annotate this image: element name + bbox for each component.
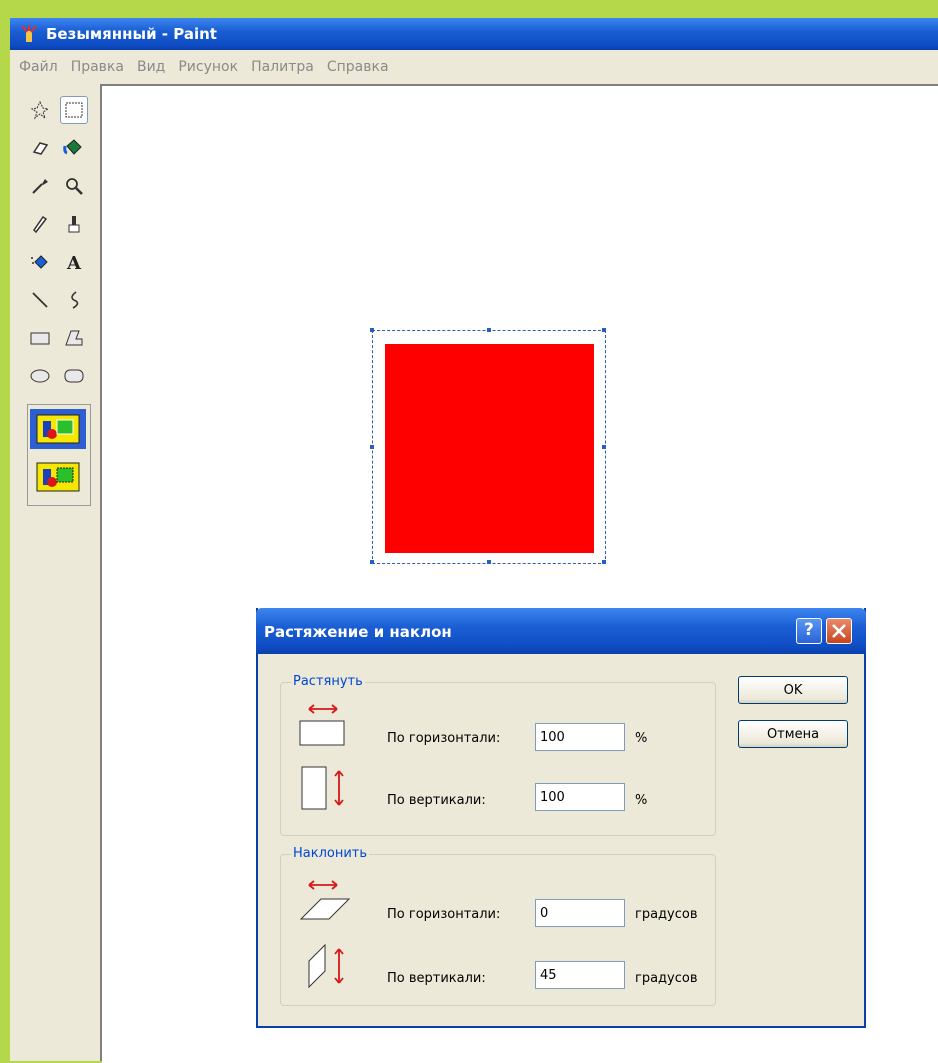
curve-tool[interactable]: [60, 286, 88, 314]
menu-image[interactable]: Рисунок: [178, 59, 238, 75]
text-a-icon: A: [66, 253, 82, 272]
selection-handle[interactable]: [370, 445, 374, 449]
eyedropper-icon: [32, 179, 48, 194]
selection-handle[interactable]: [487, 328, 491, 332]
skew-vertical-input[interactable]: [535, 961, 625, 989]
airbrush-icon: [31, 255, 48, 269]
polygon-icon: [65, 330, 83, 346]
color-picker-tool[interactable]: [26, 172, 54, 200]
eraser-tool[interactable]: [26, 134, 54, 162]
free-select-tool[interactable]: [26, 96, 54, 124]
magnifier-tool[interactable]: [60, 172, 88, 200]
skew-horizontal-input[interactable]: [535, 899, 625, 927]
transparent-selection-option[interactable]: [30, 457, 86, 497]
tool-options-panel: [27, 404, 91, 506]
paint-app-icon: [20, 25, 38, 43]
pencil-tool[interactable]: [26, 210, 54, 238]
window-title-bar[interactable]: Безымянный - Paint: [10, 18, 938, 50]
opaque-selection-icon: [36, 414, 80, 444]
selection-handle[interactable]: [602, 328, 606, 332]
red-square-shape: [385, 344, 594, 553]
ellipse-tool[interactable]: [26, 362, 54, 390]
opaque-selection-option[interactable]: [30, 409, 86, 449]
stretch-skew-dialog: Растяжение и наклон ? Растянуть По гориз…: [256, 608, 866, 1028]
rectangle-tool[interactable]: [26, 324, 54, 352]
menu-palette[interactable]: Палитра: [251, 59, 314, 75]
selection-handle[interactable]: [370, 560, 374, 564]
stretch-horizontal-input[interactable]: [535, 723, 625, 751]
close-icon: [832, 624, 846, 638]
rectangle-icon: [30, 332, 50, 345]
close-button[interactable]: [826, 618, 852, 644]
stretch-horizontal-label: По горизонтали:: [387, 731, 501, 746]
selection-handle[interactable]: [602, 445, 606, 449]
stretch-group: Растянуть По горизонтали: % По вертикали…: [280, 674, 716, 836]
stretch-vertical-icon: [301, 766, 344, 810]
menu-help[interactable]: Справка: [327, 59, 389, 75]
line-icon: [32, 292, 48, 308]
rounded-rect-icon: [64, 369, 84, 383]
menu-bar: Файл Правка Вид Рисунок Палитра Справка: [10, 50, 938, 85]
selection-handle[interactable]: [370, 328, 374, 332]
dialog-title-bar[interactable]: Растяжение и наклон ?: [256, 608, 866, 654]
skew-horizontal-unit: градусов: [635, 907, 698, 922]
fill-bucket-icon: [63, 139, 82, 155]
ok-button[interactable]: OK: [738, 676, 848, 704]
eraser-icon: [32, 142, 49, 155]
polygon-tool[interactable]: [60, 324, 88, 352]
brush-tool[interactable]: [60, 210, 88, 238]
help-question-icon: ?: [804, 620, 814, 640]
dialog-title: Растяжение и наклон: [264, 623, 452, 641]
rounded-rect-tool[interactable]: [60, 362, 88, 390]
skew-vertical-icon: [308, 943, 344, 989]
window-title: Безымянный - Paint: [46, 25, 217, 43]
skew-vertical-label: По вертикали:: [387, 971, 486, 986]
rect-select-icon: [65, 102, 83, 118]
transparent-selection-icon: [36, 462, 80, 492]
stretch-vertical-label: По вертикали:: [387, 793, 486, 808]
skew-horizontal-label: По горизонтали:: [387, 907, 501, 922]
selection-handle[interactable]: [487, 560, 491, 564]
stretch-horizontal-unit: %: [635, 731, 648, 746]
stretch-vertical-input[interactable]: [535, 783, 625, 811]
rect-select-tool[interactable]: [60, 96, 88, 124]
skew-horizontal-icon: [299, 880, 351, 920]
toolbox: A: [10, 84, 102, 1061]
magnifier-icon: [66, 178, 83, 195]
stretch-group-label: Растянуть: [291, 674, 365, 689]
cancel-button[interactable]: Отмена: [738, 720, 848, 748]
skew-group: Наклонить По горизонтали: градусов По ве…: [280, 846, 716, 1006]
ellipse-icon: [30, 369, 50, 383]
free-select-icon: [30, 100, 50, 120]
curve-icon: [71, 291, 79, 309]
stretch-horizontal-icon: [299, 704, 345, 746]
line-tool[interactable]: [26, 286, 54, 314]
selection-handle[interactable]: [602, 560, 606, 564]
airbrush-tool[interactable]: [26, 248, 54, 276]
skew-vertical-unit: градусов: [635, 971, 698, 986]
pencil-icon: [33, 215, 48, 234]
text-tool[interactable]: A: [60, 248, 88, 276]
svg-text:A: A: [66, 253, 82, 272]
menu-edit[interactable]: Правка: [71, 59, 124, 75]
brush-icon: [68, 216, 80, 233]
stretch-vertical-unit: %: [635, 793, 648, 808]
help-button[interactable]: ?: [796, 618, 822, 644]
fill-tool[interactable]: [60, 134, 88, 162]
menu-view[interactable]: Вид: [137, 59, 165, 75]
menu-file[interactable]: Файл: [19, 59, 58, 75]
skew-group-label: Наклонить: [291, 846, 370, 861]
